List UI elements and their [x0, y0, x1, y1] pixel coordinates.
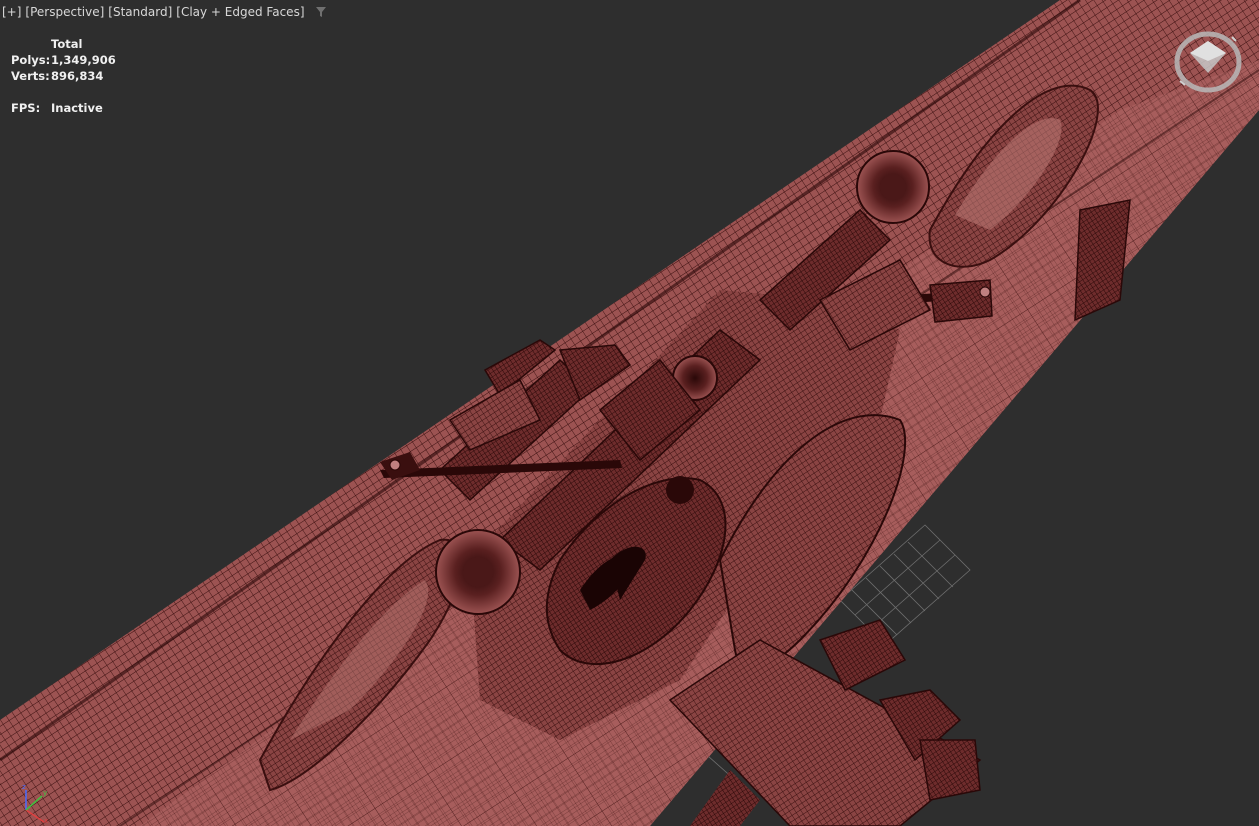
axis-tripod-icon: z y x	[22, 783, 48, 824]
viewcube-icon[interactable]	[1172, 31, 1244, 93]
viewport-menu-plus[interactable]: [+]	[2, 5, 21, 19]
svg-text:x: x	[44, 817, 48, 824]
viewport-label-bar: [+] [Perspective] [Standard] [Clay + Edg…	[2, 5, 327, 19]
polys-label: Polys:	[11, 53, 51, 67]
viewport-menu-perspective[interactable]: [Perspective]	[25, 5, 104, 19]
viewport-menu-standard[interactable]: [Standard]	[108, 5, 172, 19]
model-wireframe-render[interactable]	[0, 0, 1259, 826]
stats-header: Total	[51, 37, 83, 51]
stats-polys-row: Polys: 1,349,906	[11, 52, 116, 68]
viewport-menu-shading[interactable]: [Clay + Edged Faces]	[176, 5, 304, 19]
verts-value: 896,834	[51, 69, 104, 83]
scene-statistics: Total Polys: 1,349,906 Verts: 896,834 FP…	[11, 36, 116, 116]
fps-value: Inactive	[51, 101, 103, 115]
svg-text:y: y	[43, 789, 47, 797]
polys-value: 1,349,906	[51, 53, 116, 67]
stats-verts-row: Verts: 896,834	[11, 68, 116, 84]
stats-fps-row: FPS: Inactive	[11, 100, 116, 116]
svg-text:z: z	[22, 783, 26, 791]
perspective-viewport[interactable]: [+] [Perspective] [Standard] [Clay + Edg…	[0, 0, 1259, 826]
fps-label: FPS:	[11, 101, 41, 115]
verts-label: Verts:	[11, 69, 50, 83]
filter-funnel-icon[interactable]	[315, 6, 327, 18]
